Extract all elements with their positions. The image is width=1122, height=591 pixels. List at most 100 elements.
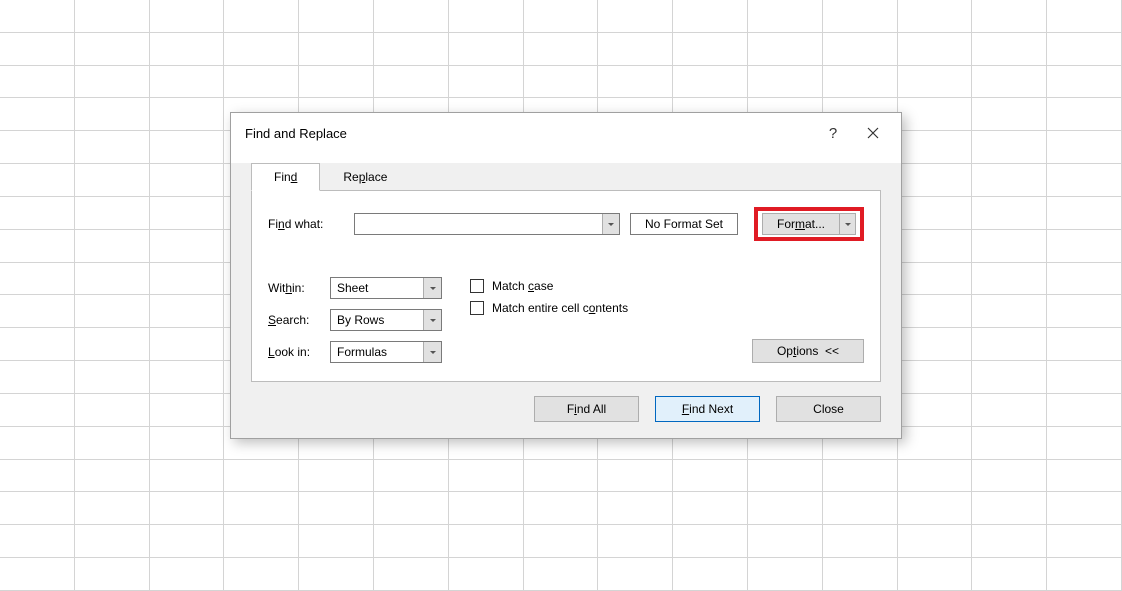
grid-cell[interactable] (898, 263, 973, 296)
grid-cell[interactable] (75, 98, 150, 131)
grid-cell[interactable] (898, 230, 973, 263)
grid-cell[interactable] (524, 33, 599, 66)
grid-cell[interactable] (150, 263, 225, 296)
grid-cell[interactable] (150, 427, 225, 460)
grid-cell[interactable] (299, 0, 374, 33)
grid-cell[interactable] (673, 558, 748, 591)
grid-cell[interactable] (972, 328, 1047, 361)
tab-replace[interactable]: Replace (320, 163, 410, 191)
grid-cell[interactable] (1047, 394, 1122, 427)
grid-cell[interactable] (150, 460, 225, 493)
grid-cell[interactable] (224, 460, 299, 493)
grid-cell[interactable] (224, 0, 299, 33)
grid-cell[interactable] (898, 328, 973, 361)
grid-cell[interactable] (75, 0, 150, 33)
grid-cell[interactable] (150, 66, 225, 99)
grid-cell[interactable] (898, 492, 973, 525)
grid-cell[interactable] (75, 525, 150, 558)
grid-cell[interactable] (224, 558, 299, 591)
grid-cell[interactable] (972, 394, 1047, 427)
grid-cell[interactable] (598, 525, 673, 558)
grid-cell[interactable] (1047, 131, 1122, 164)
format-dropdown-button[interactable] (840, 213, 856, 235)
grid-cell[interactable] (1047, 328, 1122, 361)
grid-cell[interactable] (449, 66, 524, 99)
grid-cell[interactable] (150, 525, 225, 558)
grid-cell[interactable] (0, 66, 75, 99)
grid-cell[interactable] (898, 361, 973, 394)
grid-cell[interactable] (972, 361, 1047, 394)
grid-cell[interactable] (0, 164, 75, 197)
grid-cell[interactable] (75, 230, 150, 263)
grid-cell[interactable] (150, 230, 225, 263)
grid-cell[interactable] (748, 460, 823, 493)
grid-cell[interactable] (748, 0, 823, 33)
grid-cell[interactable] (0, 98, 75, 131)
grid-cell[interactable] (972, 295, 1047, 328)
grid-cell[interactable] (150, 492, 225, 525)
grid-cell[interactable] (75, 197, 150, 230)
grid-cell[interactable] (374, 460, 449, 493)
grid-cell[interactable] (673, 460, 748, 493)
grid-cell[interactable] (1047, 0, 1122, 33)
lookin-select[interactable]: Formulas (330, 341, 442, 363)
grid-cell[interactable] (972, 525, 1047, 558)
grid-cell[interactable] (598, 558, 673, 591)
grid-cell[interactable] (0, 197, 75, 230)
grid-cell[interactable] (972, 460, 1047, 493)
grid-cell[interactable] (0, 558, 75, 591)
grid-cell[interactable] (0, 0, 75, 33)
grid-cell[interactable] (748, 66, 823, 99)
grid-cell[interactable] (972, 558, 1047, 591)
grid-cell[interactable] (748, 525, 823, 558)
grid-cell[interactable] (1047, 525, 1122, 558)
grid-cell[interactable] (150, 328, 225, 361)
grid-cell[interactable] (1047, 98, 1122, 131)
grid-cell[interactable] (898, 98, 973, 131)
grid-cell[interactable] (1047, 460, 1122, 493)
grid-cell[interactable] (524, 66, 599, 99)
grid-cell[interactable] (898, 295, 973, 328)
grid-cell[interactable] (898, 460, 973, 493)
grid-cell[interactable] (1047, 295, 1122, 328)
grid-cell[interactable] (972, 66, 1047, 99)
grid-cell[interactable] (75, 394, 150, 427)
grid-cell[interactable] (748, 558, 823, 591)
grid-cell[interactable] (972, 98, 1047, 131)
find-next-button[interactable]: Find Next (655, 396, 760, 422)
grid-cell[interactable] (823, 558, 898, 591)
grid-cell[interactable] (673, 0, 748, 33)
grid-cell[interactable] (299, 33, 374, 66)
grid-cell[interactable] (524, 0, 599, 33)
grid-cell[interactable] (0, 525, 75, 558)
grid-cell[interactable] (598, 33, 673, 66)
grid-cell[interactable] (823, 33, 898, 66)
grid-cell[interactable] (1047, 66, 1122, 99)
find-all-button[interactable]: Find All (534, 396, 639, 422)
grid-cell[interactable] (1047, 361, 1122, 394)
grid-cell[interactable] (449, 33, 524, 66)
grid-cell[interactable] (598, 66, 673, 99)
grid-cell[interactable] (898, 0, 973, 33)
grid-cell[interactable] (1047, 427, 1122, 460)
grid-cell[interactable] (374, 525, 449, 558)
grid-cell[interactable] (150, 98, 225, 131)
grid-cell[interactable] (823, 0, 898, 33)
grid-cell[interactable] (1047, 558, 1122, 591)
grid-cell[interactable] (972, 0, 1047, 33)
grid-cell[interactable] (224, 492, 299, 525)
grid-cell[interactable] (972, 131, 1047, 164)
close-x-button[interactable] (853, 118, 893, 148)
grid-cell[interactable] (449, 525, 524, 558)
grid-cell[interactable] (748, 33, 823, 66)
grid-cell[interactable] (150, 295, 225, 328)
grid-cell[interactable] (972, 197, 1047, 230)
grid-cell[interactable] (374, 0, 449, 33)
grid-cell[interactable] (1047, 197, 1122, 230)
grid-cell[interactable] (898, 131, 973, 164)
grid-cell[interactable] (1047, 263, 1122, 296)
grid-cell[interactable] (75, 558, 150, 591)
grid-cell[interactable] (524, 460, 599, 493)
grid-cell[interactable] (748, 492, 823, 525)
grid-cell[interactable] (673, 492, 748, 525)
